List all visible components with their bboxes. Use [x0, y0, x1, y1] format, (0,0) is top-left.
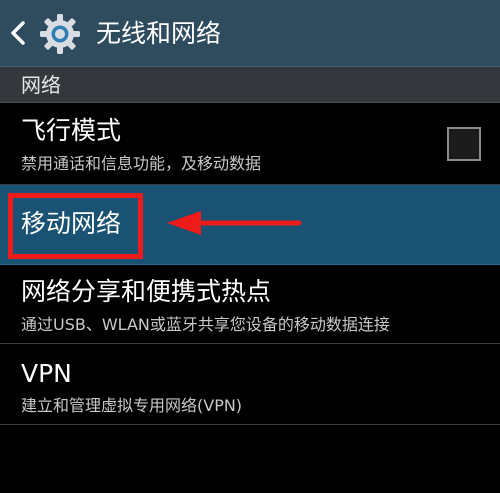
back-chevron-icon[interactable] [8, 20, 28, 46]
list-item-airplane-mode[interactable]: 飞行模式 禁用通话和信息功能，及移动数据 [0, 103, 500, 185]
list-item-vpn[interactable]: VPN 建立和管理虚拟专用网络(VPN) [0, 344, 500, 425]
list-item-subtitle: 禁用通话和信息功能，及移动数据 [21, 154, 262, 173]
gear-icon[interactable] [38, 12, 82, 56]
airplane-mode-checkbox[interactable] [447, 127, 481, 161]
list-item-subtitle: 建立和管理虚拟专用网络(VPN) [21, 396, 243, 415]
section-label: 网络 [21, 73, 61, 97]
list-item-tethering-hotspot[interactable]: 网络分享和便携式热点 通过USB、WLAN或蓝牙共享您设备的移动数据连接 [0, 265, 500, 344]
annotation-highlight-box [8, 193, 143, 259]
list-item-subtitle: 通过USB、WLAN或蓝牙共享您设备的移动数据连接 [21, 315, 390, 334]
action-bar: 无线和网络 [0, 0, 500, 67]
list-item-title: VPN [21, 359, 72, 388]
section-header-network: 网络 [0, 67, 500, 103]
list-item-mobile-network[interactable]: 移动网络 [0, 185, 500, 265]
list-item-title: 网络分享和便携式热点 [21, 277, 272, 306]
list-item-title: 飞行模式 [21, 116, 122, 145]
page-title: 无线和网络 [96, 19, 222, 48]
annotation-arrow-icon [167, 211, 302, 235]
